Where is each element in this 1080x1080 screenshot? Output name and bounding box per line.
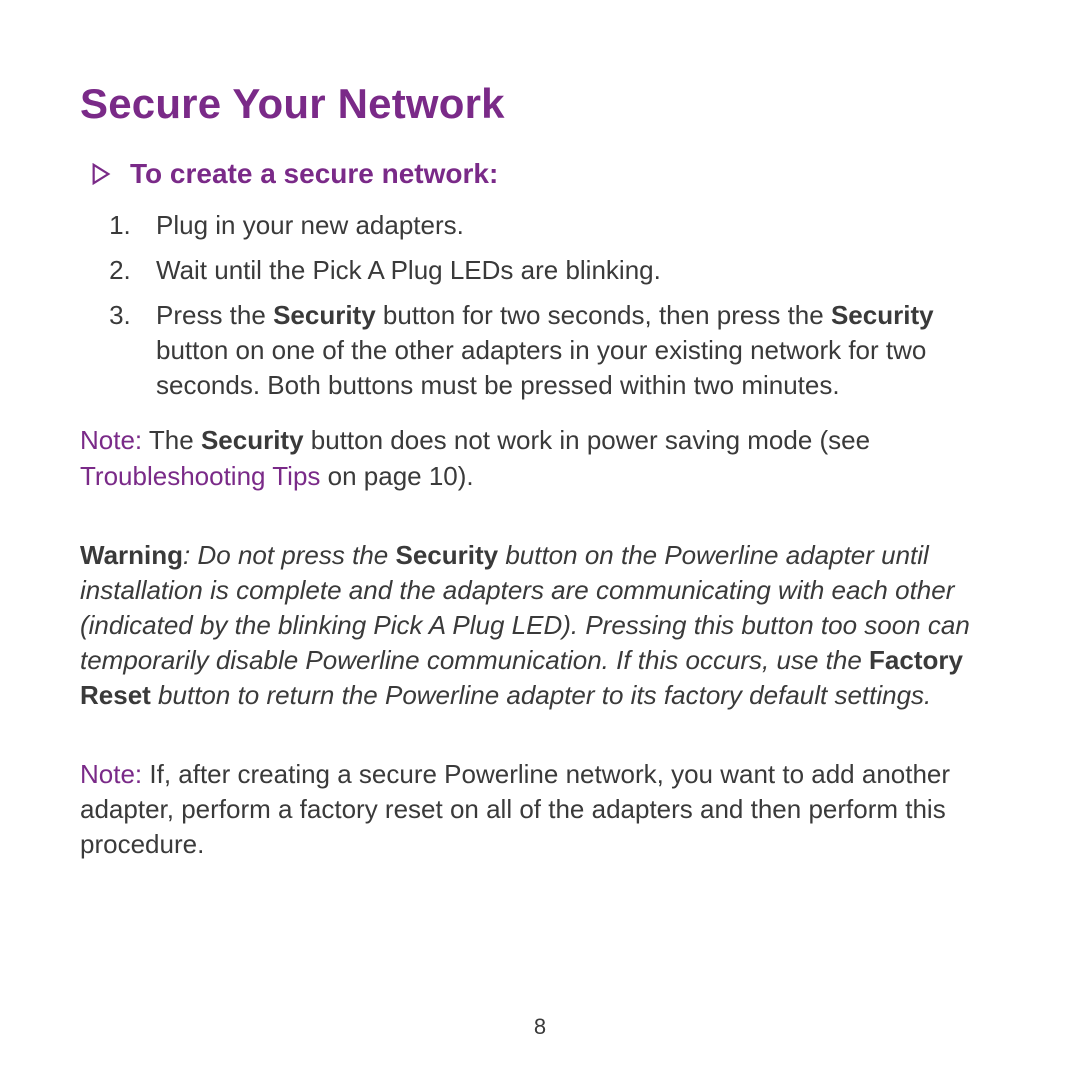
note-paragraph: Note: If, after creating a secure Powerl… [80, 757, 1000, 862]
section-heading: To create a secure network: [80, 158, 1000, 190]
note-text: button does not work in power saving mod… [304, 425, 871, 455]
step-text: Plug in your new adapters. [156, 210, 464, 240]
bold-term: Security [201, 425, 304, 455]
note-label: Note: [80, 425, 149, 455]
list-item: Plug in your new adapters. [138, 208, 1000, 243]
page-number: 8 [0, 1014, 1080, 1040]
warning-label: Warning [80, 540, 183, 570]
step-text: Wait until the Pick A Plug LEDs are blin… [156, 255, 661, 285]
step-text: button for two seconds, then press the [376, 300, 831, 330]
bold-term: Security [831, 300, 934, 330]
list-item: Press the Security button for two second… [138, 298, 1000, 403]
warning-text: : Do not press the [183, 540, 395, 570]
step-text: button on one of the other adapters in y… [156, 335, 926, 400]
note-label: Note: [80, 759, 149, 789]
note-text: The [149, 425, 201, 455]
page-title: Secure Your Network [80, 80, 1000, 128]
document-page: Secure Your Network To create a secure n… [0, 0, 1080, 1080]
bold-term: Security [395, 540, 498, 570]
warning-text: button to return the Powerline adapter t… [151, 680, 931, 710]
step-text: Press the [156, 300, 273, 330]
section-heading-text: To create a secure network: [130, 158, 498, 190]
warning-paragraph: Warning: Do not press the Security butto… [80, 538, 1000, 713]
note-paragraph: Note: The Security button does not work … [80, 423, 1000, 493]
bold-term: Security [273, 300, 376, 330]
list-item: Wait until the Pick A Plug LEDs are blin… [138, 253, 1000, 288]
steps-list: Plug in your new adapters. Wait until th… [80, 208, 1000, 403]
note-text: If, after creating a secure Powerline ne… [80, 759, 950, 859]
cross-ref-link[interactable]: Troubleshooting Tips [80, 461, 320, 491]
note-text: on page 10). [320, 461, 473, 491]
chevron-right-icon [90, 163, 112, 185]
